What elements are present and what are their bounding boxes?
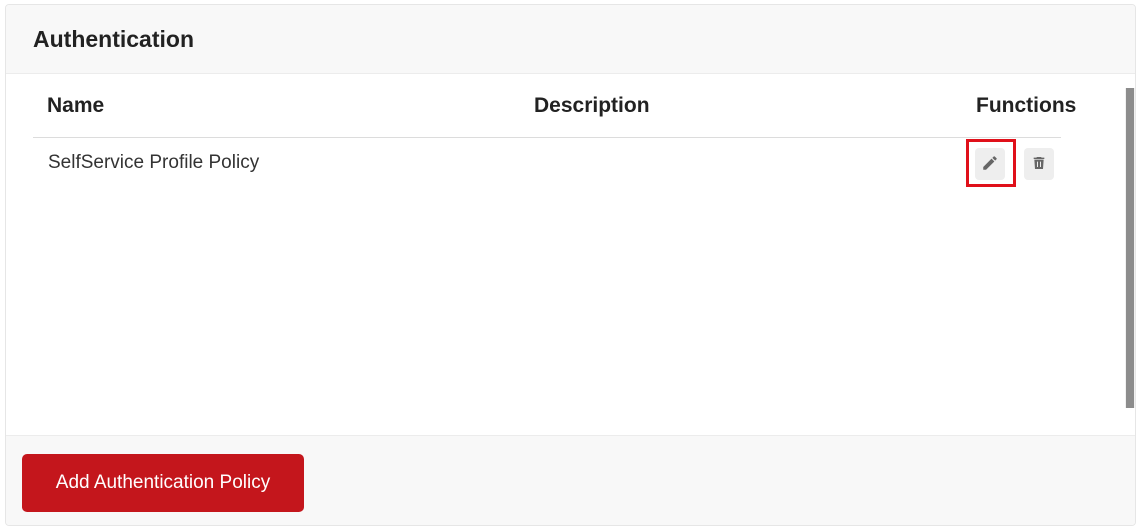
table-row: SelfService Profile Policy xyxy=(33,138,1061,188)
pencil-icon xyxy=(981,154,999,175)
scrollbar-thumb[interactable] xyxy=(1126,88,1134,408)
panel-header: Authentication xyxy=(6,5,1135,74)
scrollbar[interactable] xyxy=(1125,88,1135,408)
column-header-description: Description xyxy=(534,94,650,117)
column-header-functions: Functions xyxy=(976,94,1077,117)
panel-title: Authentication xyxy=(33,26,194,52)
edit-button[interactable] xyxy=(975,148,1005,180)
authentication-panel: Authentication Name Description Function… xyxy=(5,4,1136,526)
policy-name: SelfService Profile Policy xyxy=(48,152,260,173)
add-authentication-policy-button[interactable]: Add Authentication Policy xyxy=(22,454,304,512)
policy-table: Name Description Functions SelfService P… xyxy=(6,75,1135,435)
delete-button[interactable] xyxy=(1024,148,1054,180)
column-header-name: Name xyxy=(47,94,105,117)
trash-icon xyxy=(1031,154,1047,175)
panel-footer: Add Authentication Policy xyxy=(6,435,1135,525)
